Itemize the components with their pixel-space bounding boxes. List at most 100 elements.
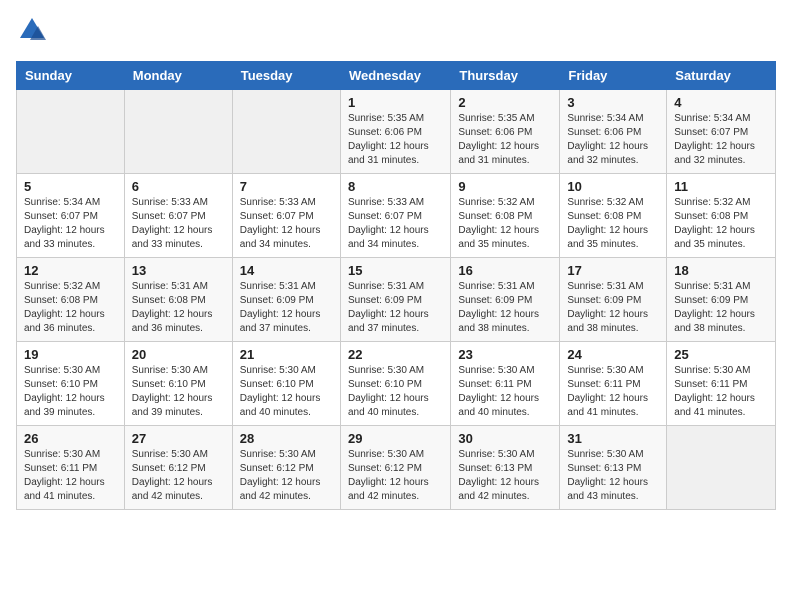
cell-info: Sunrise: 5:32 AM Sunset: 6:08 PM Dayligh… [24,280,117,336]
calendar-cell: 12 Sunrise: 5:32 AM Sunset: 6:08 PM Dayli… [17,258,125,342]
cell-info: Sunrise: 5:31 AM Sunset: 6:08 PM Dayligh… [132,280,225,336]
weekday-header-friday: Friday [560,62,667,90]
cell-info: Sunrise: 5:30 AM Sunset: 6:11 PM Dayligh… [567,364,659,420]
weekday-header-saturday: Saturday [667,62,776,90]
cell-info: Sunrise: 5:34 AM Sunset: 6:07 PM Dayligh… [24,196,117,252]
cell-info: Sunrise: 5:33 AM Sunset: 6:07 PM Dayligh… [240,196,333,252]
calendar-cell: 9 Sunrise: 5:32 AM Sunset: 6:08 PM Daylig… [451,174,560,258]
day-number: 16 [458,263,552,278]
calendar-cell: 25Sunrise: 5:30 AM Sunset: 6:11 PM Dayli… [667,342,776,426]
cell-info: Sunrise: 5:33 AM Sunset: 6:07 PM Dayligh… [132,196,225,252]
cell-info: Sunrise: 5:34 AM Sunset: 6:06 PM Dayligh… [567,112,659,168]
cell-info: Sunrise: 5:30 AM Sunset: 6:10 PM Dayligh… [24,364,117,420]
cell-info: Sunrise: 5:30 AM Sunset: 6:11 PM Dayligh… [674,364,768,420]
week-row-2: 5 Sunrise: 5:34 AM Sunset: 6:07 PM Daylig… [17,174,776,258]
cell-info: Sunrise: 5:32 AM Sunset: 6:08 PM Dayligh… [674,196,768,252]
day-number: 30 [458,431,552,446]
logo-icon [18,16,46,44]
cell-info: Sunrise: 5:31 AM Sunset: 6:09 PM Dayligh… [348,280,443,336]
cell-info: Sunrise: 5:30 AM Sunset: 6:13 PM Dayligh… [567,448,659,504]
day-number: 6 [132,179,225,194]
calendar-table: SundayMondayTuesdayWednesdayThursdayFrid… [16,61,776,510]
calendar-cell: 6 Sunrise: 5:33 AM Sunset: 6:07 PM Daylig… [124,174,232,258]
week-row-1: 1 Sunrise: 5:35 AM Sunset: 6:06 PM Daylig… [17,90,776,174]
day-number: 4 [674,95,768,110]
cell-info: Sunrise: 5:31 AM Sunset: 6:09 PM Dayligh… [567,280,659,336]
calendar-cell [124,90,232,174]
day-number: 21 [240,347,333,362]
calendar-cell: 18 Sunrise: 5:31 AM Sunset: 6:09 PM Dayli… [667,258,776,342]
cell-info: Sunrise: 5:30 AM Sunset: 6:12 PM Dayligh… [132,448,225,504]
weekday-header-tuesday: Tuesday [232,62,340,90]
day-number: 24 [567,347,659,362]
week-row-3: 12 Sunrise: 5:32 AM Sunset: 6:08 PM Dayli… [17,258,776,342]
calendar-cell [232,90,340,174]
cell-info: Sunrise: 5:30 AM Sunset: 6:10 PM Dayligh… [348,364,443,420]
day-number: 7 [240,179,333,194]
calendar-cell: 24 Sunrise: 5:30 AM Sunset: 6:11 PM Dayli… [560,342,667,426]
day-number: 3 [567,95,659,110]
calendar-cell: 5 Sunrise: 5:34 AM Sunset: 6:07 PM Daylig… [17,174,125,258]
calendar-cell [17,90,125,174]
week-row-4: 19 Sunrise: 5:30 AM Sunset: 6:10 PM Dayli… [17,342,776,426]
week-row-5: 26 Sunrise: 5:30 AM Sunset: 6:11 PM Dayli… [17,426,776,510]
calendar-cell: 17 Sunrise: 5:31 AM Sunset: 6:09 PM Dayli… [560,258,667,342]
calendar-cell: 13 Sunrise: 5:31 AM Sunset: 6:08 PM Dayli… [124,258,232,342]
calendar-cell: 23Sunrise: 5:30 AM Sunset: 6:11 PM Dayli… [451,342,560,426]
day-number: 19 [24,347,117,362]
day-number: 31 [567,431,659,446]
cell-info: Sunrise: 5:30 AM Sunset: 6:13 PM Dayligh… [458,448,552,504]
day-number: 1 [348,95,443,110]
day-number: 5 [24,179,117,194]
day-number: 22 [348,347,443,362]
calendar-cell: 19 Sunrise: 5:30 AM Sunset: 6:10 PM Dayli… [17,342,125,426]
calendar-cell: 10 Sunrise: 5:32 AM Sunset: 6:08 PM Dayli… [560,174,667,258]
cell-info: Sunrise: 5:30 AM Sunset: 6:10 PM Dayligh… [132,364,225,420]
weekday-header-monday: Monday [124,62,232,90]
cell-info: Sunrise: 5:33 AM Sunset: 6:07 PM Dayligh… [348,196,443,252]
calendar-cell: 20Sunrise: 5:30 AM Sunset: 6:10 PM Dayli… [124,342,232,426]
cell-info: Sunrise: 5:30 AM Sunset: 6:10 PM Dayligh… [240,364,333,420]
day-number: 17 [567,263,659,278]
calendar-cell: 3 Sunrise: 5:34 AM Sunset: 6:06 PM Daylig… [560,90,667,174]
calendar-cell: 26 Sunrise: 5:30 AM Sunset: 6:11 PM Dayli… [17,426,125,510]
cell-info: Sunrise: 5:35 AM Sunset: 6:06 PM Dayligh… [348,112,443,168]
day-number: 2 [458,95,552,110]
day-number: 26 [24,431,117,446]
calendar-cell: 1 Sunrise: 5:35 AM Sunset: 6:06 PM Daylig… [340,90,450,174]
cell-info: Sunrise: 5:32 AM Sunset: 6:08 PM Dayligh… [567,196,659,252]
calendar-cell: 4Sunrise: 5:34 AM Sunset: 6:07 PM Daylig… [667,90,776,174]
weekday-header-sunday: Sunday [17,62,125,90]
day-number: 9 [458,179,552,194]
calendar-cell: 27Sunrise: 5:30 AM Sunset: 6:12 PM Dayli… [124,426,232,510]
calendar-cell [667,426,776,510]
weekday-header-wednesday: Wednesday [340,62,450,90]
calendar-cell: 14Sunrise: 5:31 AM Sunset: 6:09 PM Dayli… [232,258,340,342]
cell-info: Sunrise: 5:32 AM Sunset: 6:08 PM Dayligh… [458,196,552,252]
day-number: 28 [240,431,333,446]
day-number: 14 [240,263,333,278]
day-number: 29 [348,431,443,446]
cell-info: Sunrise: 5:30 AM Sunset: 6:12 PM Dayligh… [348,448,443,504]
cell-info: Sunrise: 5:30 AM Sunset: 6:11 PM Dayligh… [458,364,552,420]
weekday-header-row: SundayMondayTuesdayWednesdayThursdayFrid… [17,62,776,90]
day-number: 18 [674,263,768,278]
calendar-cell: 30 Sunrise: 5:30 AM Sunset: 6:13 PM Dayli… [451,426,560,510]
day-number: 10 [567,179,659,194]
calendar-cell: 11Sunrise: 5:32 AM Sunset: 6:08 PM Dayli… [667,174,776,258]
cell-info: Sunrise: 5:35 AM Sunset: 6:06 PM Dayligh… [458,112,552,168]
calendar-cell: 2 Sunrise: 5:35 AM Sunset: 6:06 PM Daylig… [451,90,560,174]
calendar-cell: 7 Sunrise: 5:33 AM Sunset: 6:07 PM Daylig… [232,174,340,258]
day-number: 13 [132,263,225,278]
cell-info: Sunrise: 5:30 AM Sunset: 6:12 PM Dayligh… [240,448,333,504]
calendar-cell: 21 Sunrise: 5:30 AM Sunset: 6:10 PM Dayli… [232,342,340,426]
weekday-header-thursday: Thursday [451,62,560,90]
cell-info: Sunrise: 5:30 AM Sunset: 6:11 PM Dayligh… [24,448,117,504]
calendar-cell: 28 Sunrise: 5:30 AM Sunset: 6:12 PM Dayli… [232,426,340,510]
calendar-cell: 22 Sunrise: 5:30 AM Sunset: 6:10 PM Dayli… [340,342,450,426]
cell-info: Sunrise: 5:31 AM Sunset: 6:09 PM Dayligh… [674,280,768,336]
calendar-cell: 29 Sunrise: 5:30 AM Sunset: 6:12 PM Dayli… [340,426,450,510]
day-number: 15 [348,263,443,278]
logo [16,16,46,49]
day-number: 12 [24,263,117,278]
